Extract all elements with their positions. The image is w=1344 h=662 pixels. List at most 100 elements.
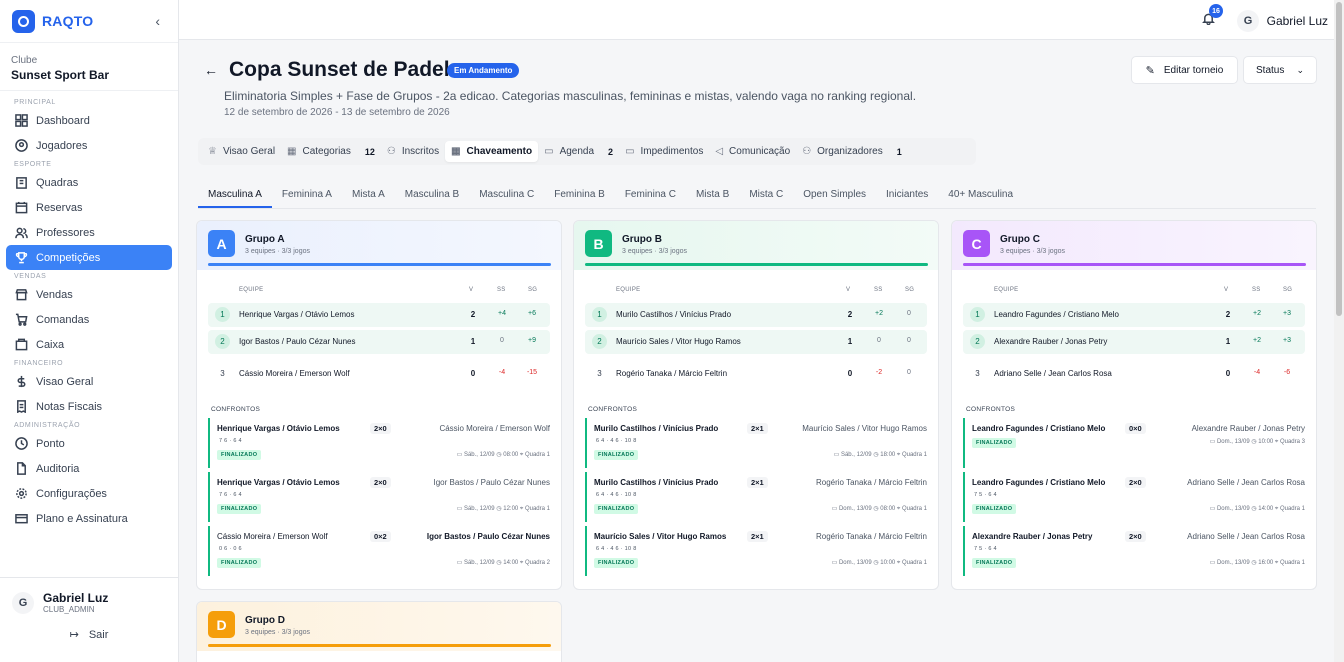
- nav-item-competicoes[interactable]: Competições: [6, 245, 172, 270]
- nav-item-quadras[interactable]: Quadras: [6, 170, 172, 195]
- user-circle-icon: [14, 139, 28, 153]
- match-team-b: Rogério Tanaka / Márcio Feltrin: [815, 532, 927, 541]
- tab-chaveamento[interactable]: ▦ Chaveamento: [445, 141, 539, 162]
- topbar: 16 G Gabriel Luz: [179, 0, 1334, 40]
- match-item[interactable]: Leandro Fagundes / Cristiano Melo 2×0 Adri…: [963, 472, 1305, 522]
- calendar-x-icon: ▭: [625, 146, 635, 157]
- users-icon: ⚇: [802, 146, 812, 157]
- standings-row[interactable]: 3 Cássio Moreira / Emerson Wolf 0 -4 -15: [208, 362, 550, 386]
- match-team-b: Rogério Tanaka / Márcio Feltrin: [815, 478, 927, 487]
- nav-item-configuracoes[interactable]: Configurações: [6, 481, 172, 506]
- match-date: Dom., 13/09: [838, 506, 872, 512]
- standings-row[interactable]: 2 Maurício Sales / Vitor Hugo Ramos 1 0 0: [585, 330, 927, 354]
- match-item[interactable]: Henrique Vargas / Otávio Lemos 2×0 Cássio …: [208, 418, 550, 468]
- status-dropdown[interactable]: Status ⌄: [1243, 56, 1317, 84]
- category-tab[interactable]: Mista C: [739, 185, 793, 208]
- category-tab[interactable]: Masculina B: [395, 185, 469, 208]
- top-user-name[interactable]: Gabriel Luz: [1267, 14, 1328, 28]
- tab-visao-geral[interactable]: ♕ Visao Geral: [202, 141, 281, 162]
- nav-item-reservas[interactable]: Reservas: [6, 195, 172, 220]
- standings-game-balance: +3: [1283, 337, 1291, 344]
- column-header-v: V: [1224, 287, 1229, 293]
- scrollbar-thumb[interactable]: [1336, 2, 1342, 316]
- category-tab[interactable]: Masculina C: [469, 185, 544, 208]
- avatar[interactable]: G: [1237, 10, 1259, 32]
- category-tab[interactable]: Mista A: [342, 185, 395, 208]
- match-court: Quadra 1: [1279, 506, 1305, 512]
- category-tab[interactable]: Feminina A: [272, 185, 342, 208]
- edit-tournament-button[interactable]: ✎ Editar torneio: [1131, 56, 1238, 84]
- receipt-icon: [14, 400, 28, 414]
- match-team-a: Alexandre Rauber / Jonas Petry: [972, 532, 1093, 541]
- category-tab[interactable]: Mista B: [686, 185, 739, 208]
- category-tab[interactable]: Iniciantes: [876, 185, 938, 208]
- nav-section-principal: PRINCIPAL: [14, 99, 56, 106]
- nav-item-ponto[interactable]: Ponto: [6, 431, 172, 456]
- standings-row[interactable]: 3 Rogério Tanaka / Márcio Feltrin 0 -2 0: [585, 362, 927, 386]
- category-tabs: Masculina A Feminina A Mista A Masculina…: [198, 185, 1316, 209]
- tab-comunicacao[interactable]: ◁ Comunicação: [709, 141, 796, 162]
- nav-item-jogadores[interactable]: Jogadores: [6, 133, 172, 158]
- nav-label: Caixa: [36, 338, 65, 351]
- match-date: Dom., 13/09: [1216, 560, 1250, 566]
- back-arrow-icon[interactable]: ←: [204, 62, 218, 78]
- match-status-badge: FINALIZADO: [217, 558, 262, 568]
- match-item[interactable]: Henrique Vargas / Otávio Lemos 2×0 Igor Ba…: [208, 472, 550, 522]
- nav-item-professores[interactable]: Professores: [6, 220, 172, 245]
- standings-set-balance: +2: [1253, 337, 1261, 344]
- match-sets: 0 6 · 0 6: [219, 546, 242, 552]
- nav-item-dashboard[interactable]: Dashboard: [6, 108, 172, 133]
- standings-row[interactable]: 1 Leandro Fagundes / Cristiano Melo 2 +2 +3: [963, 303, 1305, 327]
- category-tab[interactable]: Masculina A: [198, 185, 272, 208]
- nav-label: Quadras: [36, 176, 79, 189]
- match-team-b: Adriano Selle / Jean Carlos Rosa: [1187, 478, 1305, 487]
- nav-item-visao-geral[interactable]: Visao Geral: [6, 369, 172, 394]
- column-header-v: V: [846, 287, 851, 293]
- standings-team: Leandro Fagundes / Cristiano Melo: [994, 310, 1119, 319]
- logout-button[interactable]: ↦ Sair: [0, 628, 178, 642]
- tab-categorias[interactable]: ▦ Categorias 12: [281, 141, 381, 162]
- match-court: Quadra 1: [901, 560, 927, 566]
- category-tab[interactable]: Open Simples: [793, 185, 876, 208]
- category-tab[interactable]: Feminina C: [615, 185, 686, 208]
- match-item[interactable]: Alexandre Rauber / Jonas Petry 2×0 Adriano…: [963, 526, 1305, 576]
- standings-row[interactable]: 1 Henrique Vargas / Otávio Lemos 2 +4 +6: [208, 303, 550, 327]
- tab-agenda[interactable]: ▭ Agenda 2: [538, 141, 619, 162]
- standings-wins: 0: [470, 369, 476, 378]
- standings-position: 3: [975, 369, 980, 378]
- match-item[interactable]: Maurício Sales / Vitor Hugo Ramos 2×1 Rogé…: [585, 526, 927, 576]
- tab-impedimentos[interactable]: ▭ Impedimentos: [619, 141, 709, 162]
- nav-item-comandas[interactable]: Comandas: [6, 307, 172, 332]
- tab-organizadores[interactable]: ⚇ Organizadores 1: [796, 141, 908, 162]
- standings-row[interactable]: 3 Adriano Selle / Jean Carlos Rosa 0 -4 -6: [963, 362, 1305, 386]
- scrollbar[interactable]: [1334, 0, 1344, 662]
- nav-item-caixa[interactable]: Caixa: [6, 332, 172, 357]
- match-item[interactable]: Cássio Moreira / Emerson Wolf 0×2 Igor Bas…: [208, 526, 550, 576]
- nav-item-plano[interactable]: Plano e Assinatura: [6, 506, 172, 531]
- match-score: 2×0: [370, 477, 391, 488]
- category-tab[interactable]: Feminina B: [544, 185, 615, 208]
- collapse-sidebar-icon[interactable]: ‹: [155, 13, 160, 29]
- sidebar-user: G Gabriel Luz CLUB_ADMIN: [0, 578, 178, 614]
- standings-row[interactable]: 1 Murilo Castilhos / Vinícius Prado 2 +2 0: [585, 303, 927, 327]
- match-item[interactable]: Leandro Fagundes / Cristiano Melo 0×0 Alex…: [963, 418, 1305, 468]
- category-tab[interactable]: 40+ Masculina: [938, 185, 1023, 208]
- nav-item-notas-fiscais[interactable]: Notas Fiscais: [6, 394, 172, 419]
- match-score: 2×0: [1125, 531, 1146, 542]
- match-item[interactable]: Murilo Castilhos / Vinícius Prado 2×1 Maur…: [585, 418, 927, 468]
- calendar-icon: ▭: [831, 560, 839, 566]
- standings-row[interactable]: 2 Alexandre Rauber / Jonas Petry 1 +2 +3: [963, 330, 1305, 354]
- nav-item-vendas[interactable]: Vendas: [6, 282, 172, 307]
- tab-inscritos[interactable]: ⚇ Inscritos: [381, 141, 445, 162]
- standings-row[interactable]: 2 Igor Bastos / Paulo Cézar Nunes 1 0 +9: [208, 330, 550, 354]
- match-time: 10:00: [1258, 439, 1274, 445]
- match-score: 2×0: [370, 423, 391, 434]
- match-time: 18:00: [880, 452, 896, 458]
- chevron-down-icon: ⌄: [1296, 64, 1304, 75]
- match-status-badge: FINALIZADO: [972, 438, 1017, 448]
- group-card-header: A Grupo A 3 equipes · 3/3 jogos: [197, 221, 561, 270]
- match-item[interactable]: Murilo Castilhos / Vinícius Prado 2×1 Rogé…: [585, 472, 927, 522]
- nav-item-auditoria[interactable]: Auditoria: [6, 456, 172, 481]
- standings-position: 1: [970, 307, 985, 322]
- cart-icon: [14, 313, 28, 327]
